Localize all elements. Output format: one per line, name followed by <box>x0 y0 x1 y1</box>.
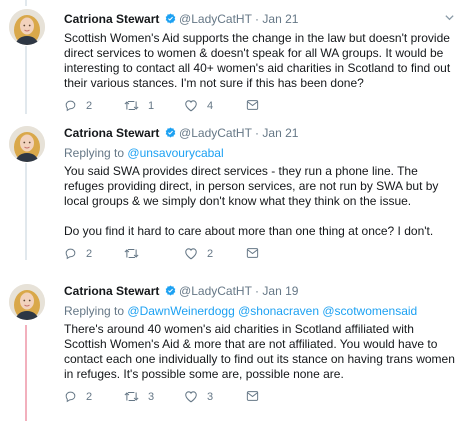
tweet-actions: 2 2 <box>64 247 455 263</box>
retweet-button[interactable] <box>124 247 148 260</box>
reply-icon <box>65 391 76 403</box>
reply-button[interactable]: 2 <box>64 247 92 260</box>
mention-link[interactable]: @DawnWeinerdogg <box>127 304 234 318</box>
reply-icon <box>65 248 76 260</box>
tweet-paragraph: Do you find it hard to care about more t… <box>64 224 434 238</box>
tweet-actions: 2 3 3 <box>64 390 455 406</box>
avatar[interactable] <box>9 284 45 320</box>
tweet-paragraph: Scottish Women's Aid supports the change… <box>64 31 451 90</box>
tweet-text: Scottish Women's Aid supports the change… <box>64 31 455 91</box>
direct-message-button[interactable] <box>246 390 268 402</box>
reply-button[interactable]: 2 <box>64 390 92 403</box>
author-name[interactable]: Catriona Stewart <box>64 12 159 26</box>
author-handle[interactable]: @LadyCatHT <box>179 12 252 26</box>
verified-badge-icon <box>165 285 176 300</box>
direct-message-icon <box>246 391 259 401</box>
author-name[interactable]: Catriona Stewart <box>64 126 159 140</box>
reply-count: 2 <box>86 247 93 260</box>
verified-badge-icon <box>165 127 176 142</box>
avatar[interactable] <box>9 126 45 162</box>
retweet-button[interactable]: 1 <box>124 99 154 112</box>
tweet-header: Catriona Stewart @LadyCatHT · Jan 21 <box>64 126 455 142</box>
tweet-paragraph: You said SWA provides direct services - … <box>64 164 439 208</box>
like-count: 2 <box>207 247 214 260</box>
like-button[interactable]: 4 <box>184 99 213 112</box>
tweet-date[interactable]: Jan 19 <box>262 284 298 298</box>
like-button[interactable]: 3 <box>184 390 213 403</box>
reply-button[interactable]: 2 <box>64 99 92 112</box>
replying-to: Replying to @DawnWeinerdogg @shonacraven… <box>64 304 455 319</box>
mention-link[interactable]: @unsavourycabal <box>127 146 223 160</box>
retweet-icon <box>124 100 139 111</box>
like-count: 4 <box>207 99 214 112</box>
mention-link[interactable]: @scotwomensaid <box>322 304 417 318</box>
tweet-paragraph: There's around 40 women's aid charities … <box>64 322 455 381</box>
author-name[interactable]: Catriona Stewart <box>64 284 159 298</box>
like-button[interactable]: 2 <box>184 247 213 260</box>
direct-message-icon <box>246 248 259 258</box>
chevron-down-icon[interactable] <box>444 12 455 26</box>
reply-count: 2 <box>86 390 93 403</box>
tweet-date[interactable]: Jan 21 <box>262 126 298 140</box>
reply-icon <box>65 100 76 112</box>
retweet-count: 3 <box>148 390 155 403</box>
like-icon <box>185 248 197 260</box>
retweet-icon <box>124 391 139 402</box>
tweet-header: Catriona Stewart @LadyCatHT · Jan 21 <box>64 12 455 28</box>
tweet-text: There's around 40 women's aid charities … <box>64 322 455 382</box>
thread-line-3 <box>25 325 27 421</box>
retweet-icon <box>124 248 139 259</box>
replying-to-label: Replying to <box>64 146 125 160</box>
tweet-header: Catriona Stewart @LadyCatHT · Jan 19 <box>64 284 455 300</box>
thread-line-top <box>25 0 27 6</box>
retweet-count: 1 <box>148 99 155 112</box>
avatar-image-icon <box>9 9 45 45</box>
thread-line-2 <box>25 163 27 260</box>
like-count: 3 <box>207 390 214 403</box>
separator: · <box>255 126 260 140</box>
tweet-date[interactable]: Jan 21 <box>262 12 298 26</box>
separator: · <box>255 12 260 26</box>
author-handle[interactable]: @LadyCatHT <box>179 126 252 140</box>
thread-line-1 <box>25 46 27 114</box>
avatar[interactable] <box>9 9 45 45</box>
avatar-image-icon <box>9 284 45 320</box>
tweet-text: You said SWA provides direct services - … <box>64 164 455 239</box>
retweet-button[interactable]: 3 <box>124 390 154 403</box>
replying-to: Replying to @unsavourycabal <box>64 146 455 161</box>
reply-count: 2 <box>86 99 93 112</box>
avatar-image-icon <box>9 126 45 162</box>
direct-message-icon <box>246 100 259 110</box>
replying-to-label: Replying to <box>64 304 125 318</box>
author-handle[interactable]: @LadyCatHT <box>179 284 252 298</box>
direct-message-button[interactable] <box>246 99 268 111</box>
tweet-actions: 2 1 4 <box>64 99 455 115</box>
mention-link[interactable]: @shonacraven <box>238 304 319 318</box>
like-icon <box>185 100 197 112</box>
separator: · <box>255 284 260 298</box>
like-icon <box>185 391 197 403</box>
verified-badge-icon <box>165 13 176 28</box>
direct-message-button[interactable] <box>246 247 268 259</box>
